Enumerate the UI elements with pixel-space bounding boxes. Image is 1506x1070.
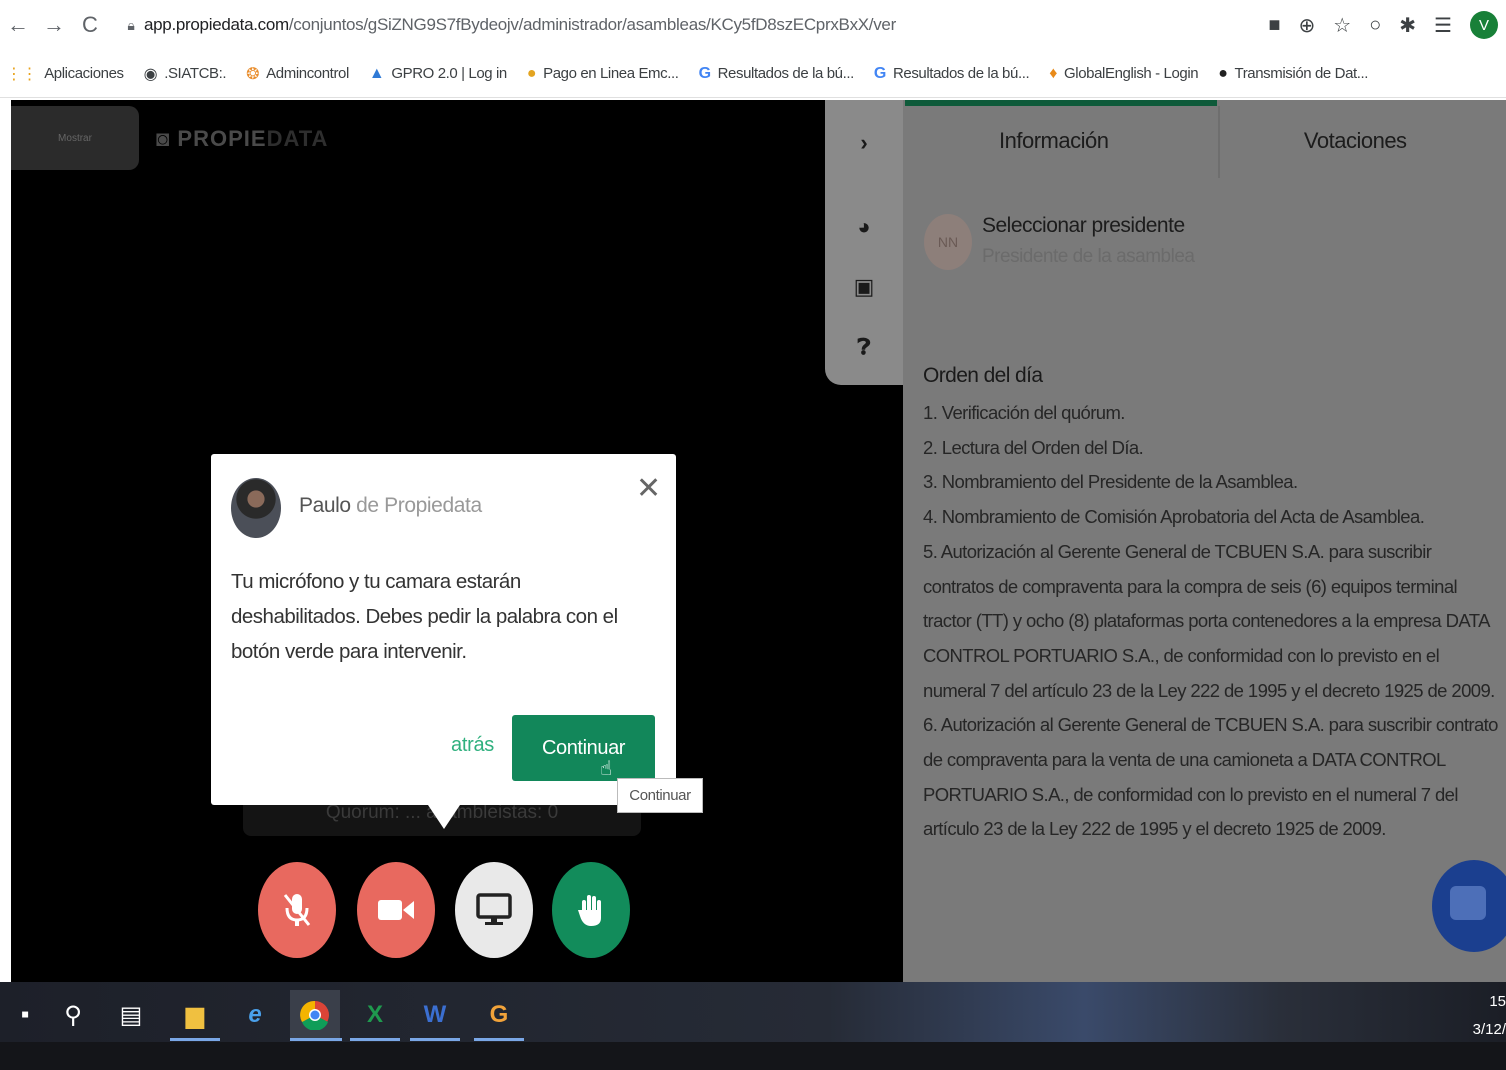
apps-grid-icon: ⋮⋮ bbox=[6, 65, 38, 83]
running-indicator bbox=[290, 1038, 342, 1041]
search-icon[interactable]: ⚲ bbox=[48, 990, 98, 1040]
president-avatar: NN bbox=[924, 214, 972, 270]
agenda-item: 4. Nombramiento de Comisión Aprobatoria … bbox=[923, 506, 1425, 528]
tab-votaciones[interactable]: Votaciones bbox=[1205, 100, 1506, 182]
excel-icon[interactable]: X bbox=[350, 990, 400, 1040]
menu-list-icon[interactable]: ☰ bbox=[1434, 13, 1452, 38]
mic-off-icon bbox=[283, 894, 311, 926]
browser-toolbar: ← → C 🔒︎ app.propiedata.com /conjuntos/g… bbox=[0, 0, 1506, 50]
brand-logo: ◙ PROPIEDATA bbox=[156, 126, 329, 151]
running-indicator bbox=[474, 1038, 524, 1041]
hand-cursor-icon: ☝ bbox=[600, 758, 613, 780]
panel-tabs: Información Votaciones bbox=[903, 100, 1506, 182]
agenda: Orden del día 1. Verificación del quórum… bbox=[923, 362, 1503, 847]
select-president-link[interactable]: Seleccionar presidente bbox=[982, 214, 1185, 238]
tab-divider bbox=[1218, 106, 1220, 178]
chat-icon bbox=[1450, 886, 1486, 920]
chrome-icon[interactable] bbox=[290, 990, 340, 1040]
extensions-area: ■ ⊕ ☆ ○ ✱ ☰ V bbox=[1268, 8, 1498, 42]
close-icon[interactable]: ✕ bbox=[636, 474, 661, 504]
bookmark-item[interactable]: ⋮⋮ Aplicaciones bbox=[6, 64, 124, 84]
chat-widget-button[interactable] bbox=[1432, 860, 1506, 952]
google-icon: G bbox=[698, 64, 711, 82]
tab-informacion[interactable]: Información bbox=[903, 100, 1205, 182]
pago-icon: ● bbox=[526, 64, 537, 82]
internet-explorer-icon[interactable]: e bbox=[230, 990, 280, 1040]
profile-avatar[interactable]: V bbox=[1470, 11, 1498, 39]
forward-arrow-icon[interactable]: → bbox=[36, 12, 72, 38]
mute-mic-button[interactable] bbox=[258, 862, 336, 958]
bookmark-item[interactable]: ❂ Admincontrol bbox=[246, 64, 349, 84]
bookmark-item[interactable]: G Resultados de la bú... bbox=[873, 64, 1030, 83]
agenda-title: Orden del día bbox=[923, 364, 1043, 387]
google-icon: G bbox=[873, 64, 886, 82]
url-path: /conjuntos/gSiZNG9S7fBydeojv/administrad… bbox=[288, 15, 896, 34]
star-icon[interactable]: ☆ bbox=[1333, 13, 1351, 38]
globalenglish-icon: ♦ bbox=[1049, 64, 1058, 82]
back-arrow-icon[interactable]: ← bbox=[0, 12, 36, 38]
sender-avatar bbox=[231, 478, 281, 538]
mic-camera-dialog: Paulo de Propiedata ✕ Tu micrófono y tu … bbox=[211, 454, 676, 805]
screen-bottom-edge bbox=[0, 1042, 1506, 1070]
word-icon[interactable]: W bbox=[410, 990, 460, 1040]
gpro-icon: ▲ bbox=[368, 64, 385, 82]
dialog-message: Tu micrófono y tu camara estarán deshabi… bbox=[231, 570, 618, 663]
agenda-item: 3. Nombramiento del Presidente de la Asa… bbox=[923, 471, 1298, 493]
agenda-item: 1. Verificación del quórum. bbox=[923, 402, 1125, 423]
continue-button[interactable]: Continuar bbox=[512, 715, 655, 781]
document-icon[interactable]: ▣ bbox=[851, 274, 877, 300]
show-panel-button[interactable]: Mostrar bbox=[11, 106, 139, 170]
dialog-pointer bbox=[428, 805, 460, 829]
bookmark-item[interactable]: G Resultados de la bú... bbox=[698, 64, 855, 83]
lock-icon: 🔒︎ bbox=[127, 16, 135, 33]
back-link[interactable]: atrás bbox=[451, 734, 494, 757]
task-view-icon[interactable]: ▤ bbox=[106, 990, 156, 1040]
running-indicator bbox=[170, 1038, 220, 1041]
brand-logo-icon: ◙ bbox=[156, 126, 171, 151]
bookmark-item[interactable]: ▲ GPRO 2.0 | Log in bbox=[369, 65, 507, 83]
pie-chart-icon[interactable]: ◕ bbox=[851, 214, 877, 240]
agenda-item: 6. Autorización al Gerente General de TC… bbox=[923, 714, 1498, 840]
file-explorer-icon[interactable]: ▆ bbox=[170, 990, 220, 1040]
help-icon[interactable]: ❓︎ bbox=[851, 334, 877, 360]
camera-button[interactable] bbox=[357, 862, 435, 958]
chrome-logo bbox=[300, 1000, 329, 1030]
reload-icon[interactable]: C bbox=[72, 12, 108, 38]
agenda-item: 5. Autorización al Gerente General de TC… bbox=[923, 540, 1495, 701]
monitor-icon bbox=[476, 893, 512, 925]
chevron-right-icon[interactable]: › bbox=[851, 130, 877, 156]
sender-name: Paulo de Propiedata bbox=[299, 494, 482, 517]
transmision-icon: ● bbox=[1218, 64, 1228, 82]
video-camera-icon bbox=[378, 900, 414, 920]
continue-tooltip: Continuar bbox=[617, 778, 703, 813]
president-subtitle: Presidente de la asamblea bbox=[982, 246, 1195, 267]
admincontrol-icon: ❂ bbox=[246, 65, 260, 83]
raise-hand-button[interactable] bbox=[552, 862, 630, 958]
agenda-item: 2. Lectura del Orden del Día. bbox=[923, 436, 1144, 458]
add-tab-icon[interactable]: ⊕ bbox=[1299, 13, 1316, 38]
system-clock[interactable]: 15 3/12/ bbox=[1468, 988, 1506, 1044]
hand-icon bbox=[578, 895, 601, 926]
opera-icon[interactable]: ○ bbox=[1369, 14, 1381, 37]
share-screen-button[interactable] bbox=[455, 862, 533, 958]
puzzle-icon[interactable]: ✱ bbox=[1399, 13, 1416, 38]
camera-ext-icon[interactable]: ■ bbox=[1268, 14, 1280, 37]
bookmarks-bar: ⋮⋮ Aplicaciones ◉ .SIATCB:. ❂ Admincontrol … bbox=[0, 50, 1506, 98]
windows-start-icon[interactable]: ▪ bbox=[0, 990, 50, 1040]
bookmark-item[interactable]: ● Transmisión de Dat... bbox=[1218, 65, 1368, 83]
running-indicator bbox=[350, 1038, 400, 1041]
bookmark-item[interactable]: ● Pago en Linea Emc... bbox=[527, 65, 679, 83]
running-indicator bbox=[410, 1038, 460, 1041]
orange-app-icon[interactable]: G bbox=[474, 990, 524, 1040]
bookmark-item[interactable]: ◉ .SIATCB:. bbox=[144, 64, 227, 84]
url-bar[interactable]: 🔒︎ app.propiedata.com /conjuntos/gSiZNG9… bbox=[118, 6, 1208, 44]
bookmark-item[interactable]: ♦ GlobalEnglish - Login bbox=[1049, 65, 1198, 83]
globe-icon: ◉ bbox=[143, 65, 158, 83]
url-host: app.propiedata.com bbox=[144, 15, 289, 34]
windows-taskbar bbox=[0, 982, 1506, 1042]
